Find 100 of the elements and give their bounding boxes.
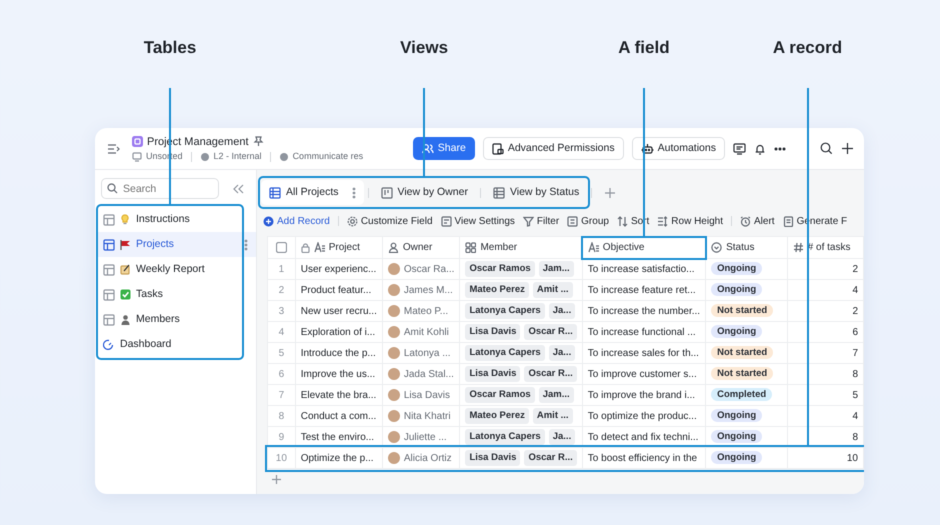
gear-icon	[346, 216, 358, 226]
table-icon	[103, 238, 115, 250]
sidebar-item[interactable]: Tasks	[97, 282, 256, 307]
table-cell: To boost efficiency in the	[582, 448, 706, 468]
row-number: 4	[268, 322, 296, 342]
search-icon	[107, 183, 118, 194]
collapse-icon[interactable]	[233, 184, 244, 194]
select-all-checkbox[interactable]	[276, 242, 287, 253]
sidebar-item[interactable]: Dashboard	[97, 332, 256, 357]
toolbar-button[interactable]: Row Height	[657, 214, 723, 228]
screen-icon[interactable]	[733, 142, 746, 154]
member-tag: Mateo Perez	[465, 282, 529, 298]
add-view-icon[interactable]	[604, 186, 616, 198]
table-cell: Exploration of i...	[295, 322, 382, 342]
status-tag: Not started	[711, 346, 774, 360]
sidebar-item[interactable]: Instructions	[97, 207, 256, 232]
member-tag: Oscar R...	[524, 324, 577, 340]
alarm-icon	[740, 216, 751, 226]
toolbar-button[interactable]: Filter	[522, 214, 560, 228]
view-tab[interactable]: View by Status	[484, 180, 588, 206]
view-tab[interactable]: All Projects	[261, 180, 364, 206]
member-tag: Oscar R...	[524, 450, 577, 466]
view-tab[interactable]: View by Owner	[372, 180, 476, 206]
table-cell: User experienc...	[295, 258, 382, 280]
member-tag: Oscar Ramos	[465, 386, 535, 404]
table-cell: To optimize the produc...	[582, 406, 706, 426]
owner-name: Amit Kohli	[404, 326, 449, 340]
document-icon	[782, 216, 794, 226]
column-header[interactable]: Member	[460, 236, 582, 258]
kanban-icon	[380, 186, 393, 198]
row-number: 8	[268, 406, 296, 426]
member-tag: Lisa Davis	[465, 324, 520, 340]
monitor-icon	[132, 152, 142, 162]
add-row-icon[interactable]	[271, 474, 282, 485]
avatar-icon	[388, 410, 400, 422]
status-tag: Ongoing	[711, 409, 762, 422]
owner-name: Oscar Ra...	[404, 262, 454, 276]
menu-icon[interactable]	[107, 142, 120, 154]
lock-document-icon	[492, 142, 504, 154]
checkbox-icon	[120, 289, 131, 300]
settings-icon	[440, 216, 452, 226]
app-icon	[132, 136, 143, 148]
callout-label: Views	[400, 37, 448, 59]
group-icon	[567, 216, 578, 226]
table-cell: To increase functional ...	[582, 322, 706, 342]
add-icon[interactable]	[841, 142, 854, 155]
toolbar-button[interactable]: Customize Field	[346, 214, 433, 228]
pin-icon[interactable]	[252, 136, 264, 148]
search-field[interactable]: Search	[101, 178, 219, 199]
table-icon	[103, 288, 115, 300]
table-cell: To increase satisfactio...	[582, 258, 706, 280]
table-cell: To increase the number...	[582, 300, 706, 322]
member-tag: Ja...	[548, 302, 576, 320]
automations-button[interactable]: Automations	[632, 136, 725, 160]
toolbar-button[interactable]: Add Record	[263, 214, 330, 228]
owner-name: Juliette ...	[404, 430, 447, 444]
table-cell: Introduce the p...	[295, 342, 382, 364]
owner-name: Latonya ...	[404, 346, 451, 360]
member-tag: Oscar R...	[524, 366, 577, 382]
more-icon[interactable]	[774, 146, 786, 150]
member-tag: Lisa Davis	[465, 450, 520, 466]
member-tag: Latonya Capers	[465, 428, 545, 446]
avatar-icon	[388, 284, 400, 296]
table-cell: To detect and fix techni...	[582, 426, 706, 448]
hash-icon	[792, 242, 804, 253]
dashboard-icon	[103, 338, 115, 350]
table-icon	[103, 314, 115, 326]
status-tag: Ongoing	[711, 430, 762, 444]
table-icon	[103, 214, 115, 226]
toolbar-button[interactable]: View Settings	[440, 214, 515, 228]
member-tag: Latonya Capers	[465, 302, 545, 320]
status-tag: Not started	[711, 304, 774, 318]
search-icon[interactable]	[820, 142, 833, 155]
sidebar-item[interactable]: Projects	[97, 232, 256, 257]
column-header[interactable]: Objective	[582, 236, 706, 258]
share-button[interactable]: Share	[412, 136, 475, 160]
toolbar-button[interactable]: Group	[567, 214, 609, 228]
member-tag: Ja...	[548, 428, 576, 446]
table-icon	[103, 264, 115, 276]
people-icon	[422, 143, 434, 154]
permissions-button[interactable]: Advanced Permissions	[482, 136, 624, 160]
status-tag: Ongoing	[711, 451, 762, 464]
owner-name: Mateo P...	[404, 304, 448, 318]
owner-name: Alicia Ortiz	[404, 452, 452, 466]
column-header[interactable]: Status	[706, 236, 788, 258]
toolbar-button[interactable]: Alert	[740, 214, 775, 228]
column-header[interactable]: Owner	[382, 236, 460, 258]
sidebar-item[interactable]: Weekly Report	[97, 257, 256, 282]
column-header[interactable]: Project	[295, 236, 382, 258]
avatar-icon	[388, 326, 400, 338]
bell-icon[interactable]	[754, 142, 766, 154]
avatar-icon	[388, 452, 400, 464]
grid-icon	[492, 186, 505, 198]
sidebar-item[interactable]: Members	[97, 307, 256, 332]
text-field-icon	[588, 242, 599, 253]
text-field-icon	[314, 242, 325, 253]
avatar-icon	[388, 305, 400, 317]
row-number: 10	[268, 448, 296, 468]
sort-icon	[616, 216, 628, 226]
member-tag: Lisa Davis	[465, 366, 520, 382]
